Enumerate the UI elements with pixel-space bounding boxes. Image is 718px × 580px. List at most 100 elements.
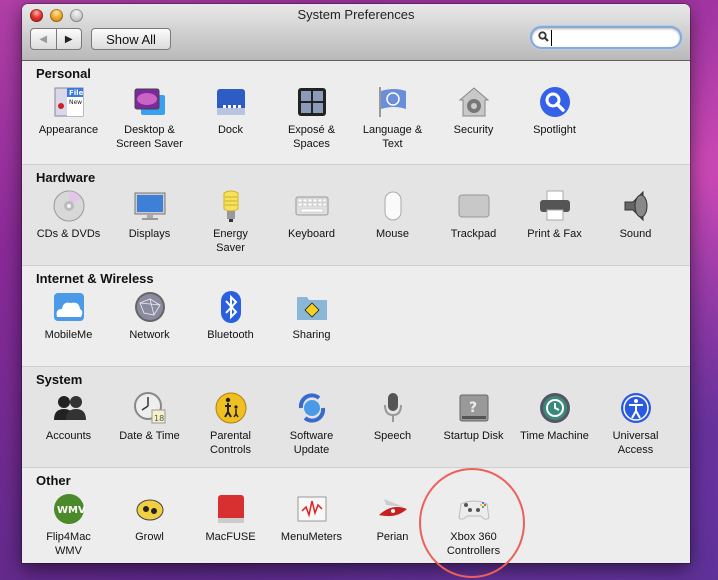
pref-pane-startup-disk[interactable]: ? Startup Disk [433, 391, 514, 457]
preference-pane-list: MobileMe Network Bluetooth Sharing [28, 290, 352, 342]
pref-pane-label: Xbox 360 Controllers [446, 531, 501, 557]
pref-pane-label: Spotlight [533, 124, 576, 136]
sharing-folder-icon [294, 290, 330, 324]
pref-pane-print-fax[interactable]: Print & Fax [514, 189, 595, 255]
window-title: System Preferences [297, 7, 415, 22]
pref-pane-label: Universal Access [612, 430, 659, 456]
pref-pane-label: Energy Saver [213, 228, 248, 254]
xbox-controller-icon [456, 492, 492, 526]
section-hardware: Hardware CDs & DVDs Displays Energy Saver Ke… [22, 165, 690, 266]
pref-pane-xbox-360-controllers[interactable]: Xbox 360 Controllers [433, 492, 514, 558]
pref-pane-trackpad[interactable]: Trackpad [433, 189, 514, 255]
pref-pane-sharing[interactable]: Sharing [271, 290, 352, 342]
pref-pane-sound[interactable]: Sound [595, 189, 676, 255]
microphone-icon [375, 391, 411, 425]
section-title: Hardware [36, 170, 96, 185]
pref-pane-time-machine[interactable]: Time Machine [514, 391, 595, 457]
search-input[interactable] [551, 29, 690, 46]
pref-pane-speech[interactable]: Speech [352, 391, 433, 457]
svg-text:WMV: WMV [57, 505, 85, 516]
svg-text:File: File [69, 89, 84, 97]
pref-pane-cds-dvds[interactable]: CDs & DVDs [28, 189, 109, 255]
pref-pane-bluetooth[interactable]: Bluetooth [190, 290, 271, 342]
time-machine-icon [537, 391, 573, 425]
pref-pane-date-time[interactable]: 18 Date & Time [109, 391, 190, 457]
pref-pane-security[interactable]: Security [433, 85, 514, 151]
keyboard-icon [294, 189, 330, 223]
pref-pane-label: Print & Fax [527, 228, 582, 240]
pref-pane-language-text[interactable]: Language & Text [352, 85, 433, 151]
pref-pane-label: Appearance [38, 124, 99, 136]
mouse-icon [375, 189, 411, 223]
svg-text:18: 18 [154, 414, 164, 423]
bluetooth-icon [213, 290, 249, 324]
pref-pane-desktop-screen-saver[interactable]: Desktop & Screen Saver [109, 85, 190, 151]
pref-pane-macfuse[interactable]: MacFUSE [190, 492, 271, 558]
dock-icon [213, 85, 249, 119]
search-icon [538, 30, 549, 45]
spotlight-icon [537, 85, 573, 119]
pref-pane-keyboard[interactable]: Keyboard [271, 189, 352, 255]
forward-button[interactable]: ▶ [57, 29, 82, 49]
pref-pane-parental-controls[interactable]: Parental Controls [190, 391, 271, 457]
software-update-icon [294, 391, 330, 425]
section-title: Internet & Wireless [36, 271, 154, 286]
pref-pane-mouse[interactable]: Mouse [352, 189, 433, 255]
pref-pane-label: Mouse [375, 228, 410, 240]
pref-pane-label: Network [129, 329, 170, 341]
pref-pane-software-update[interactable]: Software Update [271, 391, 352, 457]
preference-pane-list: CDs & DVDs Displays Energy Saver Keyboard Mo… [28, 189, 676, 255]
section-title: Personal [36, 66, 91, 81]
pref-pane-energy-saver[interactable]: Energy Saver [190, 189, 271, 255]
pref-pane-dock[interactable]: Dock [190, 85, 271, 151]
perian-knife-icon [375, 492, 411, 526]
network-globe-icon [132, 290, 168, 324]
pref-pane-growl[interactable]: Growl [109, 492, 190, 558]
pref-pane-accounts[interactable]: Accounts [28, 391, 109, 457]
pref-pane-label: Desktop & Screen Saver [116, 124, 183, 150]
search-field[interactable] [532, 28, 690, 47]
universal-access-icon [618, 391, 654, 425]
titlebar: System Preferences ◀ ▶ Show All [22, 4, 690, 61]
pref-pane-label: MacFUSE [205, 531, 256, 543]
pref-pane-menumeters[interactable]: MenuMeters [271, 492, 352, 558]
section-internet-wireless: Internet & Wireless MobileMe Network Blueto… [22, 266, 690, 367]
pref-pane-label: Security [453, 124, 494, 136]
pref-pane-label: Keyboard [287, 228, 336, 240]
pref-pane-perian[interactable]: Perian [352, 492, 433, 558]
pref-pane-label: Language & Text [362, 124, 423, 150]
pref-pane-label: Date & Time [119, 430, 180, 442]
system-preferences-window: System Preferences ◀ ▶ Show All Personal… [22, 4, 690, 563]
pref-pane-label: Software Update [289, 430, 334, 456]
svg-text:New: New [69, 99, 82, 106]
pref-pane-network[interactable]: Network [109, 290, 190, 342]
show-all-button[interactable]: Show All [91, 28, 171, 50]
mobileme-cloud-icon [51, 290, 87, 324]
energy-saver-icon [213, 189, 249, 223]
pref-pane-spotlight[interactable]: Spotlight [514, 85, 595, 151]
flip4mac-wmv-icon: WMV [51, 492, 87, 526]
pref-pane-label: Time Machine [520, 430, 589, 442]
back-button[interactable]: ◀ [31, 29, 57, 49]
menumeters-icon [294, 492, 330, 526]
accounts-icon [51, 391, 87, 425]
pref-pane-expos-spaces[interactable]: Exposé & Spaces [271, 85, 352, 151]
pref-pane-appearance[interactable]: File New Appearance [28, 85, 109, 151]
pref-pane-universal-access[interactable]: Universal Access [595, 391, 676, 457]
pref-pane-label: Growl [135, 531, 164, 543]
pref-pane-flip4mac-wmv[interactable]: WMV Flip4Mac WMV [28, 492, 109, 558]
pref-pane-mobileme[interactable]: MobileMe [28, 290, 109, 342]
pref-pane-label: Accounts [45, 430, 92, 442]
pref-pane-label: Parental Controls [210, 430, 251, 456]
expose-spaces-icon [294, 85, 330, 119]
pref-pane-label: Sound [619, 228, 652, 240]
section-title: System [36, 372, 83, 387]
growl-icon [132, 492, 168, 526]
pref-pane-label: Speech [373, 430, 412, 442]
section-system: System Accounts 18 Date & Time Parental Cont… [22, 367, 690, 468]
pref-pane-displays[interactable]: Displays [109, 189, 190, 255]
section-other: Other WMV Flip4Mac WMV Growl MacFUSE MenuMete… [22, 468, 690, 563]
navigation-buttons: ◀ ▶ [30, 28, 82, 50]
pref-pane-label: MobileMe [44, 329, 93, 341]
pref-pane-label: Perian [376, 531, 409, 543]
